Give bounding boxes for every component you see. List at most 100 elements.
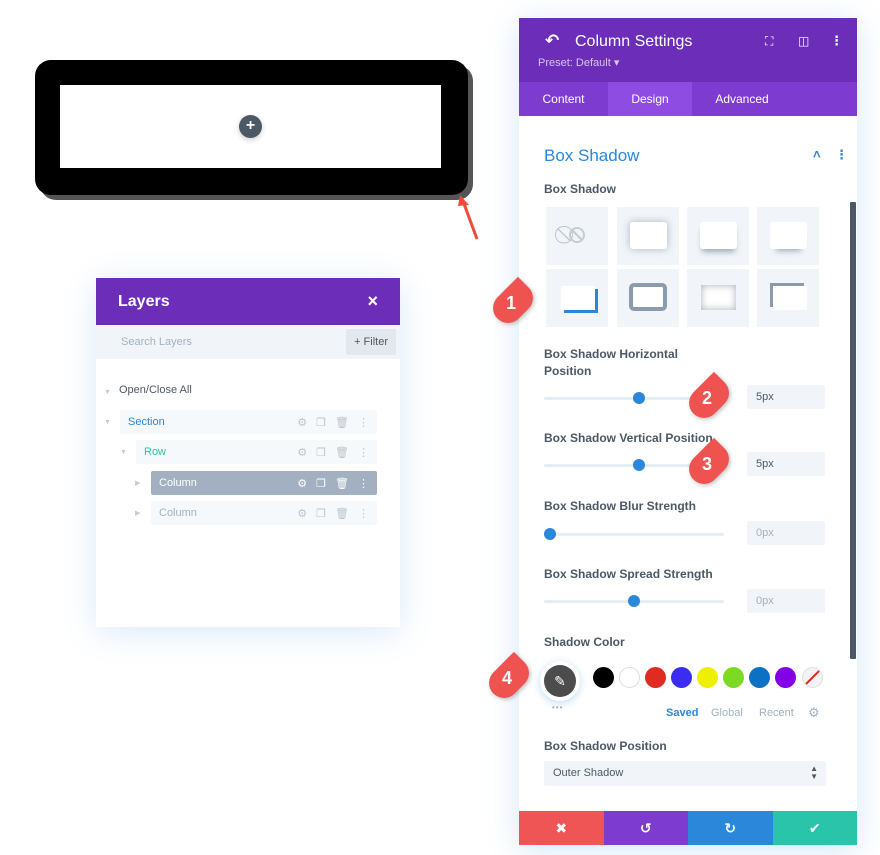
- blur-strength-input[interactable]: 0px: [747, 521, 825, 545]
- spread-strength-slider[interactable]: [544, 595, 724, 607]
- panel-title: Column Settings: [575, 33, 693, 50]
- color-tab-recent[interactable]: Recent: [759, 707, 794, 719]
- swatch-0[interactable]: [593, 667, 614, 688]
- select-arrows-icon: ▲ ▼: [810, 764, 818, 781]
- caret-right-icon[interactable]: ▶: [135, 479, 140, 487]
- annotation-number: 1: [505, 293, 516, 313]
- slider-handle[interactable]: [628, 595, 640, 607]
- panel-scrollbar[interactable]: [850, 202, 856, 659]
- back-arrow-icon[interactable]: ↶: [545, 31, 559, 51]
- color-tab-saved[interactable]: Saved: [666, 707, 698, 719]
- shadow-preset-2[interactable]: [687, 207, 749, 265]
- add-module-button[interactable]: +: [239, 115, 262, 138]
- vertical-position-input[interactable]: 5px: [747, 452, 825, 476]
- caret-down-icon[interactable]: ▼: [104, 419, 111, 426]
- panel-footer: ✖ ↺ ↻ ✔: [519, 811, 857, 845]
- shadow-preset-3[interactable]: [757, 207, 819, 265]
- close-icon[interactable]: ×: [367, 291, 378, 312]
- annotation-number: 3: [701, 454, 712, 474]
- swatch-5[interactable]: [723, 667, 744, 688]
- filter-button[interactable]: + Filter: [346, 329, 396, 355]
- shadow-preset-none[interactable]: ⃠: [546, 207, 608, 265]
- gear-icon[interactable]: ⚙: [297, 416, 307, 429]
- search-layers-input[interactable]: Search Layers: [121, 336, 192, 348]
- horizontal-position-label: Box Shadow Horizontal Position: [544, 347, 679, 378]
- shadow-preset-7[interactable]: [757, 269, 819, 327]
- undo-button[interactable]: ↺: [603, 811, 688, 845]
- swatch-6[interactable]: [749, 667, 770, 688]
- collapse-chevron-icon[interactable]: ˄: [813, 147, 821, 162]
- trash-icon[interactable]: 🗑: [335, 446, 349, 459]
- no-shadow-icon: [569, 227, 585, 243]
- slider-handle[interactable]: [633, 459, 645, 471]
- gear-icon[interactable]: ⚙: [297, 477, 307, 490]
- trash-icon[interactable]: 🗑: [335, 416, 349, 429]
- layer-item-row[interactable]: Row ⚙ ❐ 🗑 ⋮: [136, 440, 377, 464]
- layer-item-column-active[interactable]: Column ⚙ ❐ 🗑 ⋮: [151, 471, 377, 495]
- box-shadow-position-select[interactable]: Outer Shadow ▲ ▼: [544, 761, 826, 786]
- tab-content[interactable]: Content: [519, 82, 608, 116]
- duplicate-icon[interactable]: ❐: [316, 416, 326, 429]
- vertical-position-label: Box Shadow Vertical Position: [544, 431, 713, 445]
- caret-down-icon[interactable]: ▼: [104, 389, 111, 396]
- cancel-button[interactable]: ✖: [519, 811, 604, 845]
- spread-strength-label: Box Shadow Spread Strength: [544, 567, 713, 581]
- horizontal-position-input[interactable]: 5px: [747, 385, 825, 409]
- spread-strength-input[interactable]: 0px: [747, 589, 825, 613]
- duplicate-icon[interactable]: ❐: [316, 507, 326, 520]
- redo-button[interactable]: ↻: [688, 811, 773, 845]
- swatch-3[interactable]: [671, 667, 692, 688]
- layer-item-section[interactable]: Section ⚙ ❐ 🗑 ⋮: [120, 410, 377, 434]
- panel-header: ↶ Column Settings Preset: Default ▾ ⛶ ◫ …: [519, 18, 857, 82]
- swatch-2[interactable]: [645, 667, 666, 688]
- open-close-all-toggle[interactable]: Open/Close All: [119, 384, 192, 396]
- trash-icon[interactable]: 🗑: [335, 477, 349, 490]
- blur-strength-label: Box Shadow Blur Strength: [544, 499, 697, 513]
- more-icon[interactable]: ⋮: [358, 416, 369, 429]
- annotation-arrow-icon: [458, 195, 479, 240]
- swatch-1[interactable]: [619, 667, 640, 688]
- tab-advanced[interactable]: Advanced: [692, 82, 792, 116]
- annotation-number: 4: [501, 668, 512, 688]
- swatch-7[interactable]: [775, 667, 796, 688]
- gear-icon[interactable]: ⚙: [297, 507, 307, 520]
- trash-icon[interactable]: 🗑: [335, 507, 349, 520]
- layer-item-column[interactable]: Column ⚙ ❐ 🗑 ⋮: [151, 501, 377, 525]
- caret-down-icon[interactable]: ▼: [120, 449, 127, 456]
- duplicate-icon[interactable]: ❐: [316, 446, 326, 459]
- shadow-preset-5[interactable]: [617, 269, 679, 327]
- layers-header: Layers ×: [96, 278, 400, 325]
- slider-handle[interactable]: [544, 528, 556, 540]
- color-tab-global[interactable]: Global: [711, 707, 743, 719]
- fullscreen-icon[interactable]: ⛶: [765, 34, 773, 49]
- more-icon[interactable]: ⋮: [358, 446, 369, 459]
- blur-strength-slider[interactable]: [544, 528, 724, 540]
- slider-handle[interactable]: [633, 392, 645, 404]
- layer-label: Column: [159, 507, 197, 519]
- tab-design[interactable]: Design: [608, 82, 692, 116]
- eyedropper-icon[interactable]: ✎: [544, 665, 576, 697]
- preset-dropdown[interactable]: Preset: Default ▾: [538, 56, 619, 69]
- caret-right-icon[interactable]: ▶: [135, 509, 140, 517]
- swatch-4[interactable]: [697, 667, 718, 688]
- select-value: Outer Shadow: [553, 767, 624, 779]
- layer-label: Row: [144, 446, 167, 458]
- column-settings-panel: ↶ Column Settings Preset: Default ▾ ⛶ ◫ …: [519, 18, 857, 845]
- shadow-preset-4-selected[interactable]: [546, 269, 608, 327]
- more-icon[interactable]: ⋮: [358, 507, 369, 520]
- more-colors-icon[interactable]: •••: [552, 703, 563, 712]
- shadow-preset-6[interactable]: [687, 269, 749, 327]
- more-options-icon[interactable]: ⋮: [830, 33, 843, 49]
- split-view-icon[interactable]: ◫: [798, 34, 809, 48]
- more-icon[interactable]: ⋮: [358, 477, 369, 490]
- layers-search-bar: Search Layers + Filter: [96, 325, 400, 359]
- layers-title: Layers: [118, 292, 170, 310]
- save-button[interactable]: ✔: [772, 811, 857, 845]
- gear-icon[interactable]: ⚙: [297, 446, 307, 459]
- shadow-preset-1[interactable]: [617, 207, 679, 265]
- transparent-swatch-icon[interactable]: [802, 667, 823, 688]
- duplicate-icon[interactable]: ❐: [316, 477, 326, 490]
- palette-settings-gear-icon[interactable]: ⚙: [808, 705, 820, 721]
- layer-label: Column: [159, 477, 197, 489]
- section-more-icon[interactable]: ⋮: [835, 147, 848, 163]
